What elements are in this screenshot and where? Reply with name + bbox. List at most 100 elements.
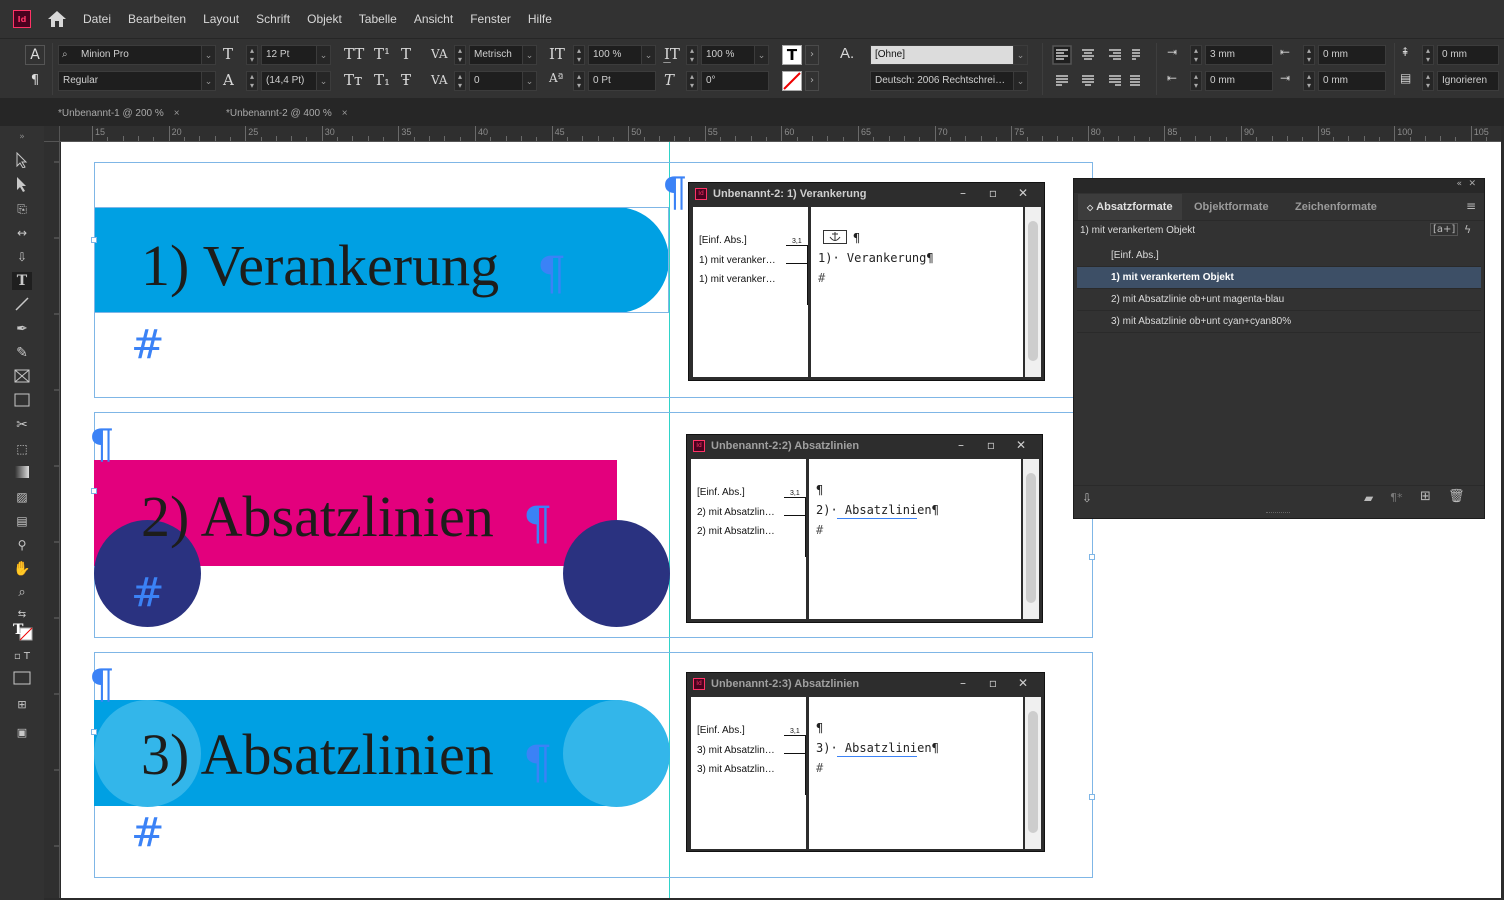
space-before-field[interactable]: 0 mm [1437, 45, 1499, 65]
chevron-down-icon[interactable]: ⌄ [316, 72, 330, 90]
lightning-icon[interactable]: ϟ [1464, 223, 1471, 236]
free-transform-tool-icon[interactable]: ⬚ [12, 440, 32, 458]
superscript-icon[interactable]: T¹ [374, 45, 390, 63]
menu-fenster[interactable]: Fenster [470, 12, 511, 26]
menu-objekt[interactable]: Objekt [307, 12, 342, 26]
content-collector-icon[interactable]: ⇩ [12, 248, 32, 266]
chevron-down-icon[interactable]: ⌄ [316, 46, 330, 64]
tab-unbenannt-2[interactable]: *Unbenannt-2 @ 400 % × [218, 104, 356, 126]
baseline-shift-field[interactable]: 0 Pt [588, 71, 656, 91]
pencil-tool-icon[interactable]: ✎ [12, 344, 32, 362]
clear-overrides-icon[interactable]: ¶* [1390, 491, 1403, 504]
vertical-ruler[interactable] [44, 142, 60, 898]
close-icon[interactable]: ✕ [1008, 673, 1038, 693]
font-family-field[interactable]: ⌕ Minion Pro ⌄ [58, 45, 216, 65]
line-tool-icon[interactable] [12, 296, 32, 314]
font-size-stepper[interactable]: ▴ ▾ [246, 45, 258, 65]
tracking-field[interactable]: 0 ⌄ [469, 71, 537, 91]
direct-selection-tool-icon[interactable] [12, 176, 32, 194]
story-editor-3[interactable]: Id Unbenannt-2:3) Absatzlinien – ▫ ✕ [Einf… [686, 672, 1045, 852]
grid-align-field[interactable]: Ignorieren [1437, 71, 1499, 91]
maximize-icon[interactable]: ▫ [978, 183, 1008, 203]
heading-verankerung[interactable]: 1) Verankerung [141, 236, 499, 296]
story-editor-1[interactable]: Id Unbenannt-2: 1) Verankerung – ▫ ✕ [Einf… [688, 182, 1045, 381]
panel-menu-icon[interactable]: ≡ [1466, 199, 1476, 213]
minimize-icon[interactable]: – [946, 435, 976, 455]
trash-icon[interactable]: 🗑 [1448, 489, 1465, 504]
preview-mode-icon[interactable]: ▣ [12, 724, 32, 742]
character-style-field[interactable]: [Ohne] ⌄ [870, 45, 1028, 65]
new-style-icon[interactable]: ⊞ [1420, 489, 1431, 504]
frame-handle[interactable] [91, 488, 97, 494]
collapse-panel-icon[interactable]: « [1456, 179, 1462, 189]
frame-handle[interactable] [91, 729, 97, 735]
strikethrough-icon[interactable]: Ŧ [401, 71, 411, 89]
new-group-folder-icon[interactable]: ▰ [1364, 491, 1373, 505]
ruler-origin[interactable] [44, 126, 60, 142]
baseline-shift-stepper[interactable]: ▴ ▾ [573, 71, 585, 91]
font-size-field[interactable]: 12 Pt ⌄ [261, 45, 331, 65]
tab-zeichenformate[interactable]: Zeichenformate [1286, 194, 1386, 220]
formatting-affects-icon[interactable]: ▫ T [12, 648, 32, 666]
chevron-down-icon[interactable]: ⌄ [1013, 46, 1027, 64]
selection-tool-icon[interactable] [12, 151, 32, 170]
scrollbar[interactable] [1025, 697, 1041, 849]
minimize-icon[interactable]: – [948, 673, 978, 693]
space-before-stepper[interactable]: ▴ ▾ [1422, 45, 1434, 65]
frame-handle[interactable] [1089, 794, 1095, 800]
scroll-thumb[interactable] [1028, 711, 1038, 833]
horizontal-ruler[interactable]: 15 20 25 30 35 40 45 50 55 60 65 70 75 80 85 90 95 100 105 [60, 126, 1501, 142]
home-icon[interactable] [47, 10, 67, 28]
rectangle-frame-tool-icon[interactable] [12, 368, 32, 386]
note-tool-icon[interactable]: ▤ [12, 512, 32, 530]
tab-absatzformate[interactable]: ◇ Absatzformate [1078, 194, 1182, 220]
skew-stepper[interactable]: ▴ ▾ [686, 71, 698, 91]
kerning-stepper[interactable]: ▴ ▾ [454, 45, 466, 65]
chevron-down-icon[interactable]: ⌄ [641, 46, 655, 64]
gradient-swatch-tool-icon[interactable] [12, 464, 32, 482]
chevron-down-icon[interactable]: ⌄ [201, 46, 215, 64]
subscript-icon[interactable]: T₁ [374, 71, 390, 89]
vertical-scale-stepper[interactable]: ▴ ▾ [573, 45, 585, 65]
leading-stepper[interactable]: ▴ ▾ [246, 71, 258, 91]
gap-tool-icon[interactable]: ↔ [12, 224, 32, 242]
right-indent-field[interactable]: 0 mm [1318, 45, 1386, 65]
text-stroke-swatch[interactable] [782, 71, 802, 91]
maximize-icon[interactable]: ▫ [978, 673, 1008, 693]
skew-field[interactable]: 0° [701, 71, 769, 91]
chevron-down-icon[interactable]: ⌄ [1013, 72, 1027, 90]
menu-schrift[interactable]: Schrift [256, 12, 290, 26]
story-text-area[interactable]: ¶ 1)· Verankerung¶ # [811, 207, 1023, 377]
minimize-icon[interactable]: – [948, 183, 978, 203]
close-icon[interactable]: × [342, 108, 348, 119]
last-line-indent-stepper[interactable]: ▴ ▾ [1303, 71, 1315, 91]
type-tool-icon[interactable]: T [12, 272, 32, 290]
menu-layout[interactable]: Layout [203, 12, 239, 26]
horizontal-scale-stepper[interactable]: ▴ ▾ [686, 45, 698, 65]
hand-tool-icon[interactable]: ✋ [12, 560, 32, 578]
character-mode-button[interactable]: A [25, 45, 45, 65]
heading-absatzlinien-3[interactable]: 3) Absatzlinien [141, 725, 494, 785]
panel-header[interactable]: « ✕ [1074, 179, 1484, 193]
new-style-from-selection-button[interactable]: [a+] [1430, 223, 1459, 236]
underline-icon[interactable]: T [401, 45, 411, 63]
close-icon[interactable]: ✕ [1006, 435, 1036, 455]
load-styles-icon[interactable]: ⇩ [1082, 491, 1092, 505]
menu-bearbeiten[interactable]: Bearbeiten [128, 12, 186, 26]
chevron-down-icon[interactable]: ⌄ [754, 46, 768, 64]
style-list-item[interactable]: 2) mit Absatzlinie ob+unt magenta-blau [1077, 289, 1481, 311]
scrollbar[interactable] [1023, 459, 1039, 619]
frame-handle[interactable] [91, 237, 97, 243]
style-list-item-selected[interactable]: 1) mit verankertem Objekt [1077, 267, 1481, 289]
chevron-down-icon[interactable]: ⌄ [522, 46, 536, 64]
maximize-icon[interactable]: ▫ [976, 435, 1006, 455]
story-editor-2[interactable]: Id Unbenannt-2:2) Absatzlinien – ▫ ✕ [Einf… [686, 434, 1043, 623]
left-indent-field[interactable]: 3 mm [1205, 45, 1273, 65]
story-text-area[interactable]: ¶ 2)· Absatzlinien¶ # [809, 459, 1021, 619]
tracking-stepper[interactable]: ▴ ▾ [454, 71, 466, 91]
first-line-indent-field[interactable]: 0 mm [1205, 71, 1273, 91]
menu-hilfe[interactable]: Hilfe [528, 12, 552, 26]
scroll-thumb[interactable] [1026, 473, 1036, 603]
chevron-down-icon[interactable]: ⌄ [522, 72, 536, 90]
last-line-indent-field[interactable]: 0 mm [1318, 71, 1386, 91]
